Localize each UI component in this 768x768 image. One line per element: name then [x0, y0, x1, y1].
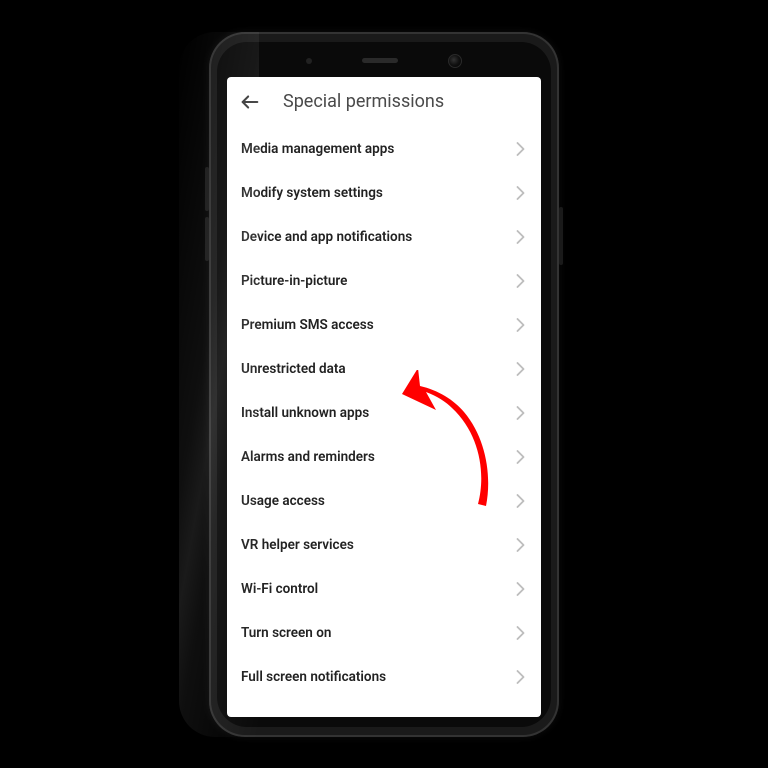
page-title: Special permissions: [279, 91, 529, 112]
list-item-label: Alarms and reminders: [241, 449, 375, 465]
phone-frame: Special permissions Media management app…: [209, 32, 559, 737]
item-picture-in-picture[interactable]: Picture-in-picture: [227, 259, 541, 303]
chevron-right-icon: [516, 274, 525, 288]
list-item-label: Full screen notifications: [241, 669, 386, 685]
chevron-right-icon: [516, 230, 525, 244]
list-item-label: Modify system settings: [241, 185, 383, 201]
chevron-right-icon: [516, 670, 525, 684]
chevron-right-icon: [516, 318, 525, 332]
item-modify-system-settings[interactable]: Modify system settings: [227, 171, 541, 215]
item-alarms-reminders[interactable]: Alarms and reminders: [227, 435, 541, 479]
power-button: [559, 207, 563, 265]
item-install-unknown-apps[interactable]: Install unknown apps: [227, 391, 541, 435]
list-item-label: Wi-Fi control: [241, 581, 318, 597]
earpiece-speaker: [362, 58, 398, 63]
item-wifi-control[interactable]: Wi-Fi control: [227, 567, 541, 611]
back-arrow-icon[interactable]: [239, 91, 261, 113]
volume-up-button: [205, 167, 209, 211]
settings-list[interactable]: Media management apps Modify system setti…: [227, 127, 541, 717]
phone-top-hardware: [306, 54, 462, 68]
list-item-label: Media management apps: [241, 141, 394, 157]
list-item-label: Unrestricted data: [241, 361, 346, 377]
item-vr-helper-services[interactable]: VR helper services: [227, 523, 541, 567]
chevron-right-icon: [516, 450, 525, 464]
item-device-app-notifications[interactable]: Device and app notifications: [227, 215, 541, 259]
list-item-label: Usage access: [241, 493, 325, 509]
chevron-right-icon: [516, 494, 525, 508]
volume-down-button: [205, 217, 209, 261]
chevron-right-icon: [516, 626, 525, 640]
item-premium-sms-access[interactable]: Premium SMS access: [227, 303, 541, 347]
item-media-management-apps[interactable]: Media management apps: [227, 127, 541, 171]
front-camera: [448, 54, 462, 68]
phone-bezel: Special permissions Media management app…: [217, 42, 551, 727]
item-full-screen-notifications[interactable]: Full screen notifications: [227, 655, 541, 699]
item-turn-screen-on[interactable]: Turn screen on: [227, 611, 541, 655]
chevron-right-icon: [516, 186, 525, 200]
item-usage-access[interactable]: Usage access: [227, 479, 541, 523]
chevron-right-icon: [516, 538, 525, 552]
sensor-dot: [306, 58, 312, 64]
list-item-label: Install unknown apps: [241, 405, 369, 421]
app-header: Special permissions: [227, 77, 541, 127]
chevron-right-icon: [516, 362, 525, 376]
list-item-label: Turn screen on: [241, 625, 331, 641]
chevron-right-icon: [516, 406, 525, 420]
item-unrestricted-data[interactable]: Unrestricted data: [227, 347, 541, 391]
list-item-label: Device and app notifications: [241, 229, 412, 245]
list-item-label: Premium SMS access: [241, 317, 374, 333]
list-item-label: VR helper services: [241, 537, 354, 553]
screen: Special permissions Media management app…: [227, 77, 541, 717]
chevron-right-icon: [516, 142, 525, 156]
chevron-right-icon: [516, 582, 525, 596]
list-item-label: Picture-in-picture: [241, 273, 347, 289]
